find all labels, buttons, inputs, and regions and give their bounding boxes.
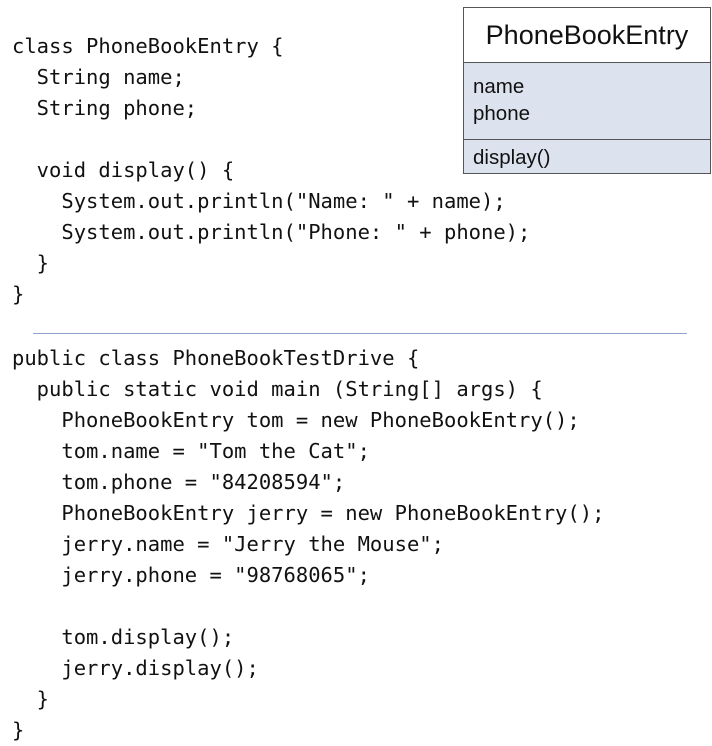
code-line: tom.name = "Tom the Cat";	[12, 439, 370, 463]
code-line: }	[12, 718, 25, 742]
code-line: String phone;	[12, 96, 198, 120]
code-line: }	[12, 282, 25, 306]
uml-attributes-section: name phone	[464, 63, 710, 140]
uml-attribute: phone	[473, 102, 531, 125]
code-line: public static void main (String[] args) …	[12, 377, 543, 401]
code-line: class PhoneBookEntry {	[12, 34, 284, 58]
test-drive-code-block: public class PhoneBookTestDrive { public…	[12, 343, 604, 746]
code-line: String name;	[12, 65, 185, 89]
code-line: PhoneBookEntry jerry = new PhoneBookEntr…	[12, 501, 605, 525]
code-line: PhoneBookEntry tom = new PhoneBookEntry(…	[12, 408, 580, 432]
code-line: tom.phone = "84208594";	[12, 470, 346, 494]
section-divider	[33, 333, 687, 334]
uml-class-box: PhoneBookEntry name phone display()	[463, 7, 711, 174]
code-line: System.out.println("Name: " + name);	[12, 189, 506, 213]
code-line: }	[12, 687, 50, 711]
uml-method: display()	[473, 146, 551, 169]
code-line: System.out.println("Phone: " + phone);	[12, 220, 531, 244]
code-line: public class PhoneBookTestDrive {	[12, 346, 420, 370]
code-line: jerry.phone = "98768065";	[12, 563, 370, 587]
code-line: void display() {	[12, 158, 235, 182]
uml-class-name: PhoneBookEntry	[464, 8, 710, 63]
uml-methods-section: display()	[464, 140, 710, 173]
code-line: jerry.display();	[12, 656, 259, 680]
class-code-block: class PhoneBookEntry { String name; Stri…	[12, 31, 530, 310]
uml-attribute: name	[473, 75, 525, 98]
code-line: }	[12, 251, 50, 275]
code-line: jerry.name = "Jerry the Mouse";	[12, 532, 444, 556]
code-line: tom.display();	[12, 625, 235, 649]
